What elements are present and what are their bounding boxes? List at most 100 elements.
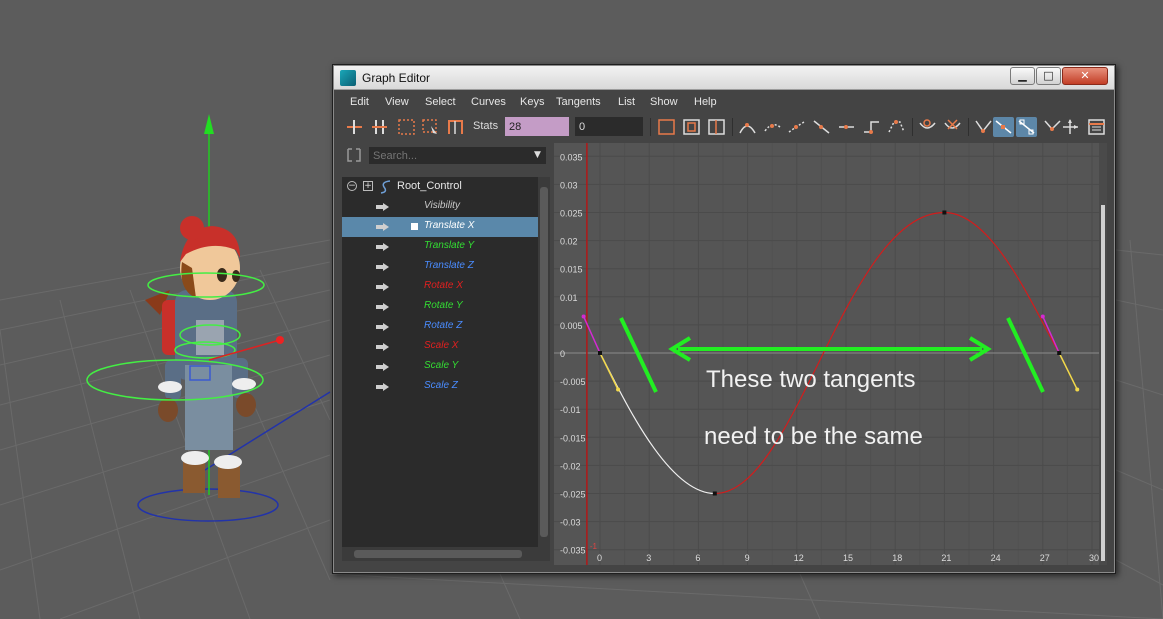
minimize-button[interactable]: ▁ (1010, 67, 1035, 85)
tree-row-attribute[interactable]: Translate Z (342, 257, 538, 277)
center-current-time-icon[interactable] (706, 117, 727, 137)
y-tick-label: 0.015 (560, 265, 583, 275)
menu-edit[interactable]: Edit (350, 96, 369, 108)
attribute-label: Scale X (424, 340, 459, 351)
dope-sheet-icon[interactable] (1086, 117, 1107, 137)
tree-row-attribute[interactable]: Rotate Y (342, 297, 538, 317)
menu-select[interactable]: Select (425, 96, 456, 108)
animated-attribute-icon (376, 263, 389, 271)
chevron-down-icon[interactable]: ▼ (529, 147, 546, 164)
tree-row-attribute[interactable]: Translate Y (342, 237, 538, 257)
nurbs-curve-icon (380, 180, 391, 194)
menu-curves[interactable]: Curves (471, 96, 506, 108)
normalize-curves-icon[interactable] (1060, 117, 1081, 137)
keyframe (598, 351, 602, 355)
tree-row-attribute[interactable]: Rotate Z (342, 317, 538, 337)
graph-scrollbar-thumb (1101, 205, 1105, 561)
x-tick-label: 12 (794, 553, 804, 563)
step-tangent-icon[interactable] (861, 117, 882, 137)
menu-list[interactable]: List (618, 96, 635, 108)
current-frame-label: -1 (590, 542, 598, 551)
y-tick-label: -0.01 (560, 405, 581, 415)
y-tick-label: 0.03 (560, 180, 578, 190)
maya-logo-icon (340, 70, 356, 86)
out-tangent-handle (599, 352, 619, 390)
collapse-icon[interactable]: − (347, 181, 357, 191)
buffer-curve-snapshot-icon[interactable] (917, 117, 938, 137)
tree-row-attribute[interactable]: Visibility (342, 197, 538, 217)
animated-attribute-icon (376, 243, 389, 251)
menu-keys[interactable]: Keys (520, 96, 544, 108)
x-tick-label: 27 (1040, 553, 1050, 563)
graph-view[interactable]: 0.035 0.03 0.025 0.02 0.015 0.01 0.005 0 -0.005 -… (554, 143, 1107, 565)
menu-help[interactable]: Help (694, 96, 717, 108)
curve-graph[interactable]: 0.035 0.03 0.025 0.02 0.015 0.01 0.005 0 -0.005 -… (554, 143, 1107, 565)
unify-tangents-icon[interactable] (993, 117, 1014, 137)
stats-label: Stats (473, 120, 499, 132)
retime-tool-icon[interactable] (445, 117, 466, 137)
menu-show[interactable]: Show (650, 96, 678, 108)
graph-editor-window[interactable]: Graph Editor ▁ □ ✕ Edit View Select Curv… (332, 64, 1116, 574)
out-tangent-handle (1058, 352, 1078, 390)
close-button[interactable]: ✕ (1062, 67, 1108, 85)
move-key-tool-icon[interactable] (344, 117, 365, 137)
y-tick-label: 0.005 (560, 321, 583, 331)
attribute-label: Scale Y (424, 360, 459, 371)
tangent-handle-point (1075, 387, 1080, 392)
tree-row-attribute[interactable]: Scale X (342, 337, 538, 357)
y-tick-label: -0.035 (560, 546, 586, 556)
stats-frame-field[interactable] (505, 117, 569, 136)
x-tick-label: 9 (745, 553, 750, 563)
scrollbar-thumb[interactable] (354, 550, 522, 558)
swap-buffer-curve-icon[interactable] (942, 117, 963, 137)
stats-value-field[interactable] (575, 117, 643, 136)
plateau-tangent-icon[interactable] (886, 117, 907, 137)
window-title: Graph Editor (362, 71, 431, 85)
selection-box-icon (411, 223, 418, 230)
horizontal-scrollbar[interactable] (342, 547, 550, 561)
menu-tangents[interactable]: Tangents (556, 96, 601, 108)
maximize-button[interactable]: □ (1036, 67, 1061, 85)
tree-row-attribute[interactable]: Scale Y (342, 357, 538, 377)
clamped-tangent-icon[interactable] (786, 117, 807, 137)
x-tick-label: 18 (892, 553, 902, 563)
tree-row-root-control[interactable]: − + Root_Control (342, 177, 538, 197)
title-bar[interactable]: Graph Editor ▁ □ ✕ (334, 66, 1114, 90)
annotation-line-2: need to be the same (704, 423, 923, 450)
vertical-scrollbar[interactable] (538, 177, 550, 547)
frame-playback-range-icon[interactable] (681, 117, 702, 137)
region-select-icon[interactable] (420, 117, 441, 137)
search-input[interactable] (369, 147, 546, 164)
animated-attribute-icon (376, 343, 389, 351)
auto-tangent-icon[interactable] (737, 117, 758, 137)
character-figure (86, 114, 331, 522)
expand-icon[interactable]: + (363, 181, 373, 191)
tangent-handle-point (616, 387, 621, 392)
x-tick-label: 24 (991, 553, 1001, 563)
tree-row-attribute[interactable]: Scale Z (342, 377, 538, 397)
curve-segment (944, 211, 1060, 354)
spline-tangent-icon[interactable] (762, 117, 783, 137)
linear-tangent-icon[interactable] (811, 117, 832, 137)
menu-view[interactable]: View (385, 96, 409, 108)
flat-tangent-icon[interactable] (836, 117, 857, 137)
filter-icon[interactable] (345, 146, 363, 164)
animated-attribute-icon (376, 303, 389, 311)
free-tangent-weight-icon[interactable] (1016, 117, 1037, 137)
insert-key-tool-icon[interactable] (369, 117, 390, 137)
animated-attribute-icon (376, 383, 389, 391)
animated-attribute-icon (376, 363, 389, 371)
tree-row-attribute[interactable]: Translate X (342, 217, 538, 237)
break-tangents-icon[interactable] (973, 117, 994, 137)
scrollbar-thumb[interactable] (540, 187, 548, 537)
animated-attribute-icon (376, 223, 389, 231)
frame-all-icon[interactable] (656, 117, 677, 137)
tree-row-attribute[interactable]: Rotate X (342, 277, 538, 297)
attribute-label: Visibility (424, 200, 460, 211)
y-tick-label: -0.005 (560, 377, 586, 387)
animated-attribute-icon (376, 283, 389, 291)
lattice-deform-icon[interactable] (396, 117, 417, 137)
attribute-label: Rotate Z (424, 320, 463, 331)
tangent-handle-point (1040, 314, 1045, 319)
x-tick-label: 3 (646, 553, 651, 563)
